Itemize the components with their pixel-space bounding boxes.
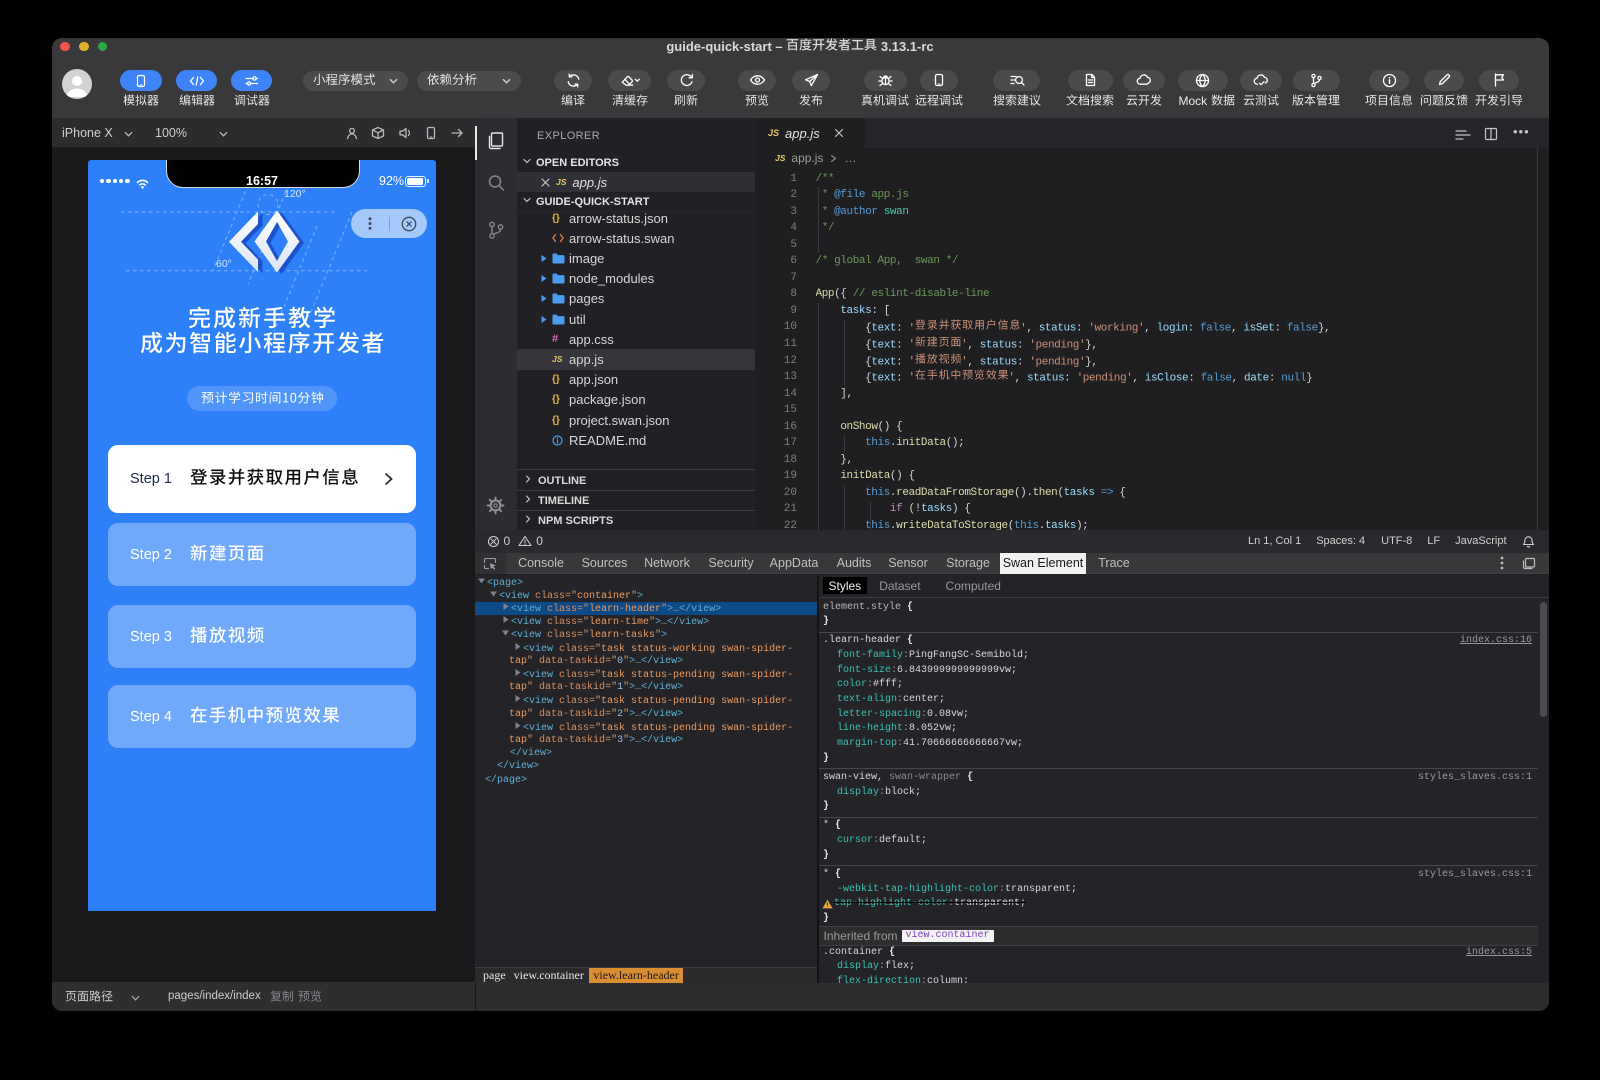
- svg-text:120°: 120°: [284, 188, 306, 200]
